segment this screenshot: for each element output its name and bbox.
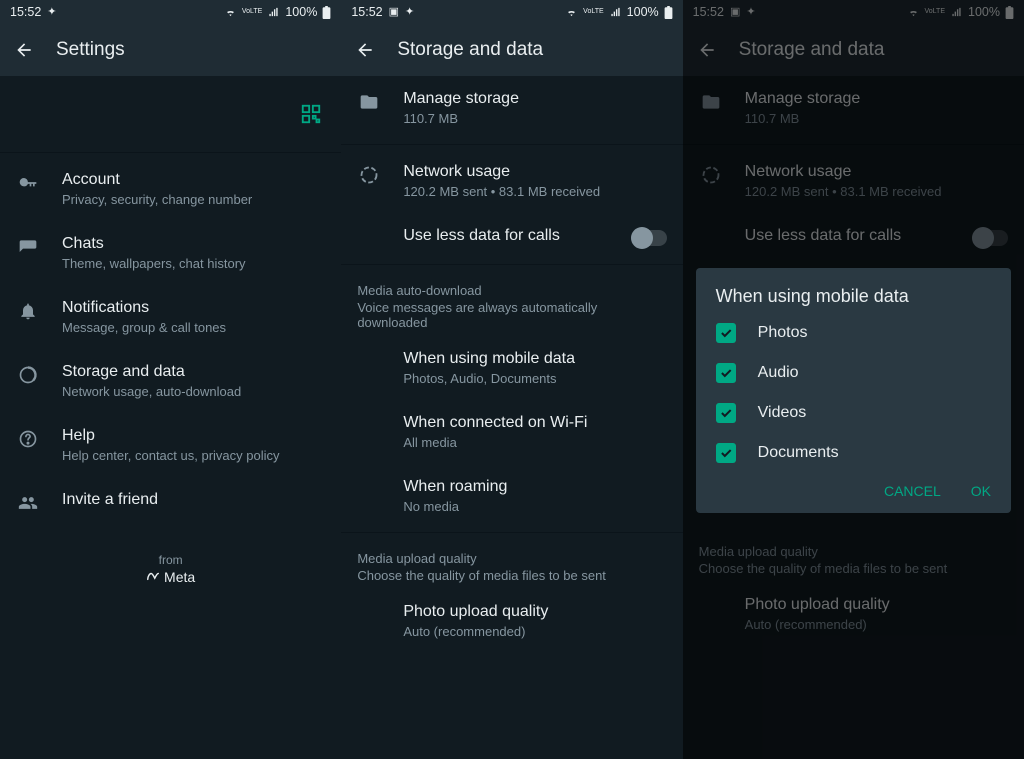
network-usage-item[interactable]: Network usage 120.2 MB sent • 83.1 MB re… — [341, 149, 682, 213]
bell-icon — [18, 301, 38, 321]
volte-icon: VoLTE — [242, 8, 263, 16]
settings-item-invite[interactable]: Invite a friend — [0, 477, 341, 527]
settings-item-help[interactable]: Help Help center, contact us, privacy po… — [0, 413, 341, 477]
settings-item-account[interactable]: Account Privacy, security, change number — [0, 157, 341, 221]
checkbox-icon[interactable] — [716, 363, 736, 383]
battery-pct: 100% — [285, 5, 317, 19]
item-sub: Privacy, security, change number — [62, 192, 325, 207]
item-title: Account — [62, 171, 325, 189]
item-sub: Message, group & call tones — [62, 320, 325, 335]
pane-storage: 15:52 ▣ ✦ VoLTE 100% Storage and data — [341, 0, 682, 759]
volte-icon: VoLTE — [583, 8, 604, 16]
item-title: Storage and data — [62, 363, 325, 381]
dialog-option-photos[interactable]: Photos — [696, 313, 1011, 353]
network-icon — [359, 165, 379, 185]
item-title: Use less data for calls — [403, 227, 608, 245]
notif-icon: ✦ — [405, 7, 414, 18]
pane-storage-dialog: 15:52 ▣ ✦ VoLTE 100% Storage and data — [683, 0, 1024, 759]
app-bar: Settings — [0, 24, 341, 76]
settings-item-notifications[interactable]: Notifications Message, group & call tone… — [0, 285, 341, 349]
item-sub: No media — [403, 499, 666, 514]
qr-icon[interactable] — [297, 100, 325, 128]
status-bar: 15:52 ▣ ✦ VoLTE 100% — [341, 0, 682, 24]
item-sub: Help center, contact us, privacy policy — [62, 448, 325, 463]
item-title: Photo upload quality — [403, 603, 666, 621]
photo-quality-item[interactable]: Photo upload quality Auto (recommended) — [341, 589, 682, 653]
media-upload-sub: Choose the quality of media files to be … — [341, 568, 682, 589]
use-less-data-item[interactable]: Use less data for calls — [341, 213, 682, 260]
wifi-item[interactable]: When connected on Wi-Fi All media — [341, 400, 682, 464]
item-title: Manage storage — [403, 90, 666, 108]
item-sub: Theme, wallpapers, chat history — [62, 256, 325, 271]
people-icon — [18, 493, 38, 513]
from-label: from — [0, 553, 341, 567]
chat-icon — [18, 237, 38, 257]
item-title: Notifications — [62, 299, 325, 317]
settings-item-storage[interactable]: Storage and data Network usage, auto-dow… — [0, 349, 341, 413]
mobile-data-item[interactable]: When using mobile data Photos, Audio, Do… — [341, 336, 682, 400]
item-sub: 110.7 MB — [403, 111, 666, 126]
less-data-toggle[interactable] — [631, 230, 667, 246]
storage-list: Manage storage 110.7 MB Network usage 12… — [341, 76, 682, 759]
item-title: Help — [62, 427, 325, 445]
back-icon[interactable] — [14, 40, 34, 60]
status-time: 15:52 — [10, 5, 41, 19]
settings-list: Account Privacy, security, change number… — [0, 76, 341, 759]
app-bar: Storage and data — [341, 24, 682, 76]
ok-button[interactable]: OK — [971, 483, 991, 499]
wifi-icon — [565, 7, 578, 18]
dialog-actions: CANCEL OK — [696, 473, 1011, 505]
checkbox-icon[interactable] — [716, 403, 736, 423]
page-title: Settings — [56, 39, 125, 61]
item-title: When connected on Wi-Fi — [403, 414, 666, 432]
battery-icon — [664, 6, 673, 19]
key-icon — [18, 173, 38, 193]
status-time: 15:52 — [351, 5, 382, 19]
from-meta: from Meta — [0, 553, 341, 585]
dialog-option-documents[interactable]: Documents — [696, 433, 1011, 473]
item-title: Invite a friend — [62, 491, 325, 509]
storage-icon — [18, 365, 38, 385]
mobile-data-dialog: When using mobile data Photos Audio Vide… — [696, 268, 1011, 513]
image-icon: ▣ — [389, 7, 399, 18]
dialog-title: When using mobile data — [696, 286, 1011, 313]
checkbox-icon[interactable] — [716, 443, 736, 463]
signal-icon — [609, 7, 622, 18]
item-title: Network usage — [403, 163, 666, 181]
dialog-option-audio[interactable]: Audio — [696, 353, 1011, 393]
battery-pct: 100% — [627, 5, 659, 19]
option-label: Documents — [758, 444, 839, 462]
media-autodownload-sub: Voice messages are always automatically … — [341, 300, 682, 336]
wifi-icon — [224, 7, 237, 18]
cancel-button[interactable]: CANCEL — [884, 483, 941, 499]
option-label: Photos — [758, 324, 808, 342]
meta-brand: Meta — [0, 569, 341, 585]
media-autodownload-header: Media auto-download — [341, 269, 682, 300]
manage-storage-item[interactable]: Manage storage 110.7 MB — [341, 76, 682, 140]
item-title: When roaming — [403, 478, 666, 496]
item-sub: Photos, Audio, Documents — [403, 371, 666, 386]
item-sub: 120.2 MB sent • 83.1 MB received — [403, 184, 666, 199]
back-icon[interactable] — [355, 40, 375, 60]
pane-settings: 15:52 ✦ VoLTE 100% Settings — [0, 0, 341, 759]
item-sub: All media — [403, 435, 666, 450]
notif-icon: ✦ — [47, 7, 56, 18]
page-title: Storage and data — [397, 39, 543, 61]
roaming-item[interactable]: When roaming No media — [341, 464, 682, 528]
option-label: Audio — [758, 364, 799, 382]
folder-icon — [359, 92, 379, 112]
item-title: When using mobile data — [403, 350, 666, 368]
settings-item-chats[interactable]: Chats Theme, wallpapers, chat history — [0, 221, 341, 285]
item-sub: Network usage, auto-download — [62, 384, 325, 399]
help-icon — [18, 429, 38, 449]
status-bar: 15:52 ✦ VoLTE 100% — [0, 0, 341, 24]
media-upload-header: Media upload quality — [341, 537, 682, 568]
dialog-option-videos[interactable]: Videos — [696, 393, 1011, 433]
signal-icon — [267, 7, 280, 18]
item-sub: Auto (recommended) — [403, 624, 666, 639]
checkbox-icon[interactable] — [716, 323, 736, 343]
option-label: Videos — [758, 404, 807, 422]
item-title: Chats — [62, 235, 325, 253]
battery-icon — [322, 6, 331, 19]
